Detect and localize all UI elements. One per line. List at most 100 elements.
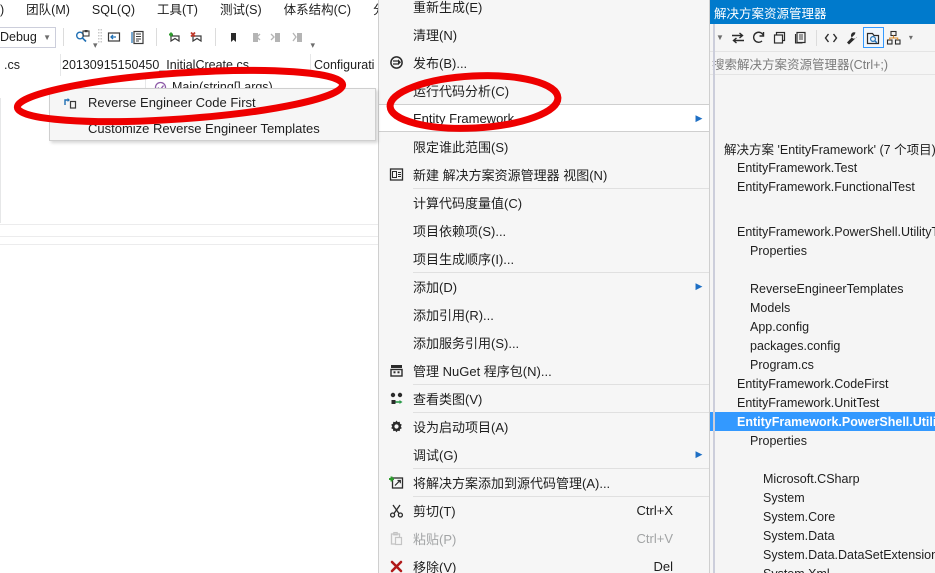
context-menu-item-17[interactable]: 将解决方案添加到源代码管理(A)...: [379, 468, 709, 496]
solution-configuration-combo[interactable]: Debug ▼: [0, 26, 56, 48]
tree-expander-icon[interactable]: [725, 222, 735, 241]
menubar-item-tools[interactable]: 工具(T): [146, 0, 209, 20]
collapse-all-icon[interactable]: [770, 27, 791, 48]
context-menu-item-8[interactable]: 项目依赖项(S)...: [379, 216, 709, 244]
tree-item[interactable]: [710, 450, 935, 469]
tree-expander-icon[interactable]: [738, 241, 748, 260]
tree-expander-icon[interactable]: [751, 507, 761, 526]
class-view-icon[interactable]: [884, 27, 905, 48]
toolbar-overflow-chevron-icon[interactable]: ▾: [905, 33, 917, 42]
sync-with-active-document-icon[interactable]: [728, 27, 749, 48]
tree-item[interactable]: packages.config: [710, 336, 935, 355]
toolbar-separator: [214, 28, 216, 46]
context-menu-item-13[interactable]: 管理 NuGet 程序包(N)...: [379, 356, 709, 384]
context-menu-item-6[interactable]: 新建 解决方案资源管理器 视图(N): [379, 160, 709, 188]
tree-item[interactable]: Models: [710, 298, 935, 317]
context-menu-item-10[interactable]: 添加(D) ▶: [379, 272, 709, 300]
menubar-item-team[interactable]: 团队(M): [15, 0, 81, 20]
solution-explorer-window: 解决方案资源管理器 ▼ ▾ 搜索解决方案资源管理器(Ctrl+;) 解决方案 '…: [710, 0, 935, 573]
tree-item[interactable]: EntityFramework.Test: [710, 158, 935, 177]
menu-item-label: 移除(V): [413, 559, 457, 573]
tree-expander-icon[interactable]: [738, 431, 748, 450]
context-menu-item-3[interactable]: 运行代码分析(C): [379, 76, 709, 104]
add-bookmark-icon[interactable]: [164, 26, 186, 48]
context-menu-item-20[interactable]: 移除(V) Del: [379, 552, 709, 573]
clear-bookmarks-icon[interactable]: [186, 26, 208, 48]
tree-expander-icon[interactable]: [751, 545, 761, 564]
tree-item[interactable]: Properties: [710, 431, 935, 450]
view-code-icon[interactable]: [821, 27, 842, 48]
tree-expander-icon[interactable]: [751, 488, 761, 507]
tree-item-label: EntityFramework.PowerShell.UtilityTools: [737, 224, 935, 239]
context-menu-item-2[interactable]: 发布(B)...: [379, 48, 709, 76]
tree-expander-icon[interactable]: [751, 469, 761, 488]
tree-expander-icon[interactable]: [738, 317, 748, 336]
bookmark-icon[interactable]: [223, 26, 245, 48]
preview-selected-items-icon[interactable]: [862, 27, 884, 48]
context-menu-item-7[interactable]: 计算代码度量值(C): [379, 188, 709, 216]
tree-item[interactable]: System.Data: [710, 526, 935, 545]
menubar-item-0[interactable]: ): [0, 0, 15, 20]
tree-expander-icon[interactable]: [725, 412, 735, 431]
class-diagram-icon: [379, 391, 413, 406]
menu-item-customize-reverse-engineer-templates[interactable]: Customize Reverse Engineer Templates: [50, 115, 375, 141]
solution-explorer-title: 解决方案资源管理器: [710, 0, 935, 24]
context-menu-item-12[interactable]: 添加服务引用(S)...: [379, 328, 709, 356]
tree-item[interactable]: [710, 196, 935, 215]
toolbar-overflow-chevron-icon[interactable]: ▾: [311, 40, 316, 51]
tree-item-selected[interactable]: EntityFramework.PowerShell.UtilityToolsT…: [710, 412, 935, 431]
tree-item[interactable]: EntityFramework.CodeFirst: [710, 374, 935, 393]
tree-item[interactable]: System: [710, 488, 935, 507]
context-menu-item-16[interactable]: 调试(G) ▶: [379, 440, 709, 468]
toggle-outlining-icon[interactable]: [105, 26, 127, 48]
tree-item-label: System.Data.DataSetExtensions: [763, 547, 935, 562]
properties-wrench-icon[interactable]: [842, 27, 863, 48]
menubar-item-test[interactable]: 测试(S): [209, 0, 273, 20]
tree-item[interactable]: Program.cs: [710, 355, 935, 374]
context-menu-item-0[interactable]: 重新生成(E): [379, 0, 709, 20]
context-menu-item-9[interactable]: 项目生成顺序(I)...: [379, 244, 709, 272]
tree-item[interactable]: Microsoft.CSharp: [710, 469, 935, 488]
tree-expander-icon[interactable]: [738, 336, 748, 355]
tree-expander-icon[interactable]: [725, 177, 735, 196]
context-menu-item-5[interactable]: 限定谁此范围(S): [379, 132, 709, 160]
tree-item[interactable]: EntityFramework.UnitTest: [710, 393, 935, 412]
tree-expander-icon[interactable]: [751, 526, 761, 545]
tree-item[interactable]: ReverseEngineerTemplates: [710, 279, 935, 298]
tree-item[interactable]: Properties: [710, 241, 935, 260]
menubar-item-sql[interactable]: SQL(Q): [81, 0, 146, 20]
toolbar-drag-handle[interactable]: [97, 27, 105, 47]
tree-item[interactable]: System.Data.DataSetExtensions: [710, 545, 935, 564]
tree-expander-icon[interactable]: [725, 393, 735, 412]
context-menu-item-4[interactable]: Entity Framework ▶: [379, 104, 709, 132]
breadcrumb-file[interactable]: .cs: [0, 54, 62, 76]
context-menu-item-1[interactable]: 清理(N): [379, 20, 709, 48]
breadcrumb-type[interactable]: 20130915150450_InitialCreate.cs: [62, 54, 310, 76]
tree-item[interactable]: EntityFramework.FunctionalTest: [710, 177, 935, 196]
tree-item[interactable]: System.Xml: [710, 564, 935, 573]
context-menu-item-15[interactable]: 设为启动项目(A): [379, 412, 709, 440]
tree-expander-icon[interactable]: [725, 374, 735, 393]
tree-item[interactable]: System.Core: [710, 507, 935, 526]
tree-expander-icon[interactable]: [738, 279, 748, 298]
tree-expander-icon[interactable]: [725, 158, 735, 177]
tree-expander-icon[interactable]: [738, 298, 748, 317]
tree-item[interactable]: App.config: [710, 317, 935, 336]
tree-item[interactable]: EntityFramework.PowerShell.UtilityTools: [710, 222, 935, 241]
context-menu-item-14[interactable]: 查看类图(V): [379, 384, 709, 412]
solution-explorer-tree[interactable]: 解决方案 'EntityFramework' (7 个项目) EntityFram…: [710, 76, 935, 573]
submenu-arrow-icon: ▶: [695, 448, 703, 459]
menubar-item-architecture[interactable]: 体系结构(C): [273, 0, 362, 20]
context-menu-item-11[interactable]: 添加引用(R)...: [379, 300, 709, 328]
tree-expander-icon[interactable]: [738, 355, 748, 374]
tree-item[interactable]: 解决方案 'EntityFramework' (7 个项目): [710, 139, 935, 158]
solution-explorer-search-box[interactable]: 搜索解决方案资源管理器(Ctrl+;): [710, 52, 935, 75]
show-all-files-icon[interactable]: [791, 27, 812, 48]
menu-item-reverse-engineer-code-first[interactable]: Reverse Engineer Code First: [50, 89, 375, 115]
refresh-icon[interactable]: [749, 27, 770, 48]
tree-item[interactable]: [710, 260, 935, 279]
find-in-files-icon[interactable]: [71, 26, 93, 48]
tree-expander-icon[interactable]: [751, 564, 761, 573]
comment-selection-icon[interactable]: [127, 26, 149, 48]
context-menu-item-18[interactable]: 剪切(T) Ctrl+X: [379, 496, 709, 524]
